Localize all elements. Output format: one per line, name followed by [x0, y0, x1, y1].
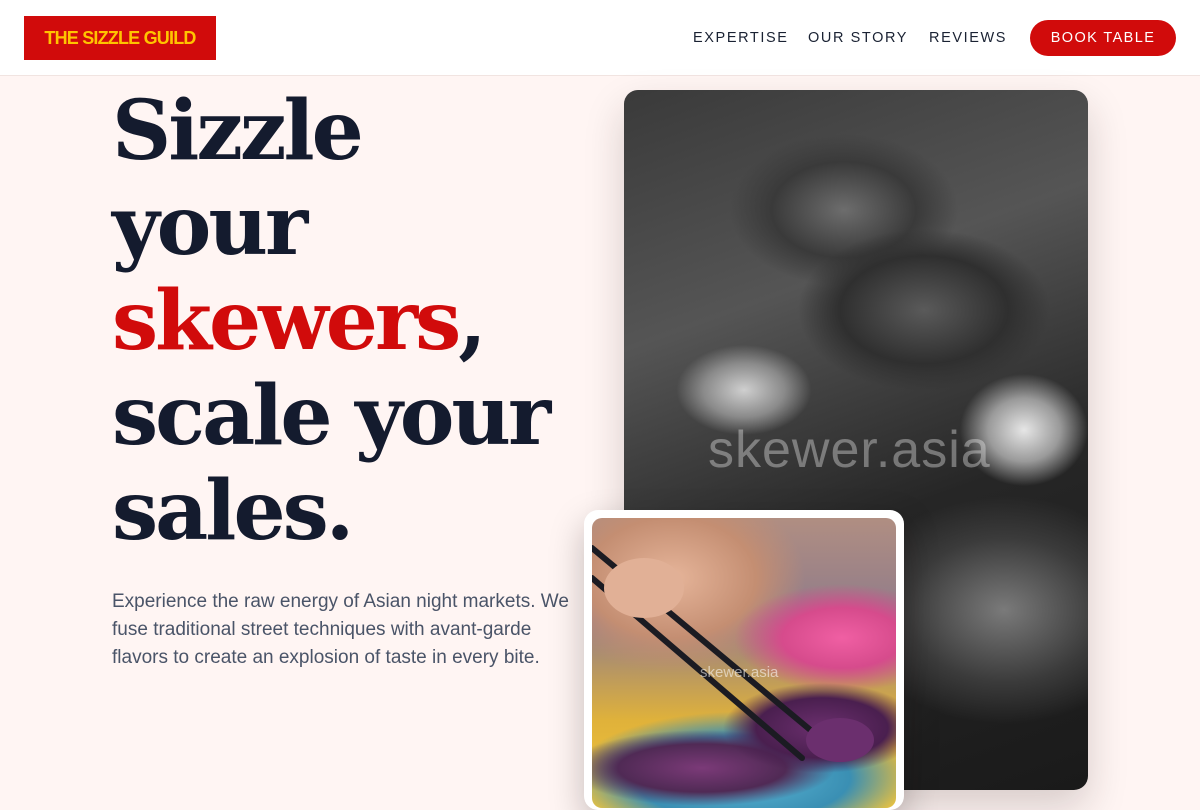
- headline-comma: ,: [458, 273, 487, 369]
- brand-logo[interactable]: THE SIZZLE GUILD: [24, 16, 216, 60]
- nav-link-our-story[interactable]: OUR STORY: [808, 28, 908, 48]
- book-table-button[interactable]: BOOK TABLE: [1030, 20, 1176, 56]
- headline-accent-word: skewers: [112, 273, 461, 369]
- headline-line-5: sales.: [112, 463, 354, 559]
- nav-link-reviews[interactable]: REVIEWS: [929, 28, 1007, 48]
- headline-line-3: skewers,: [112, 274, 548, 369]
- hero-description: Experience the raw energy of Asian night…: [112, 591, 569, 668]
- nav-link-expertise[interactable]: EXPERTISE: [693, 28, 789, 48]
- inset-photo-watermark: skewer.asia: [700, 664, 779, 681]
- chopsticks-graphic: [592, 545, 874, 762]
- headline-line-1: Sizzle: [112, 83, 364, 179]
- inset-food-photo: skewer.asia: [592, 518, 896, 808]
- main-photo-watermark: skewer.asia: [708, 421, 991, 479]
- top-navbar: THE SIZZLE GUILD EXPERTISE OUR STORY REV…: [0, 0, 1200, 76]
- hero-headline: Sizzle your skewers, scale your sales.: [112, 83, 551, 559]
- headline-line-4: scale your: [112, 368, 551, 464]
- inset-photo-card: skewer.asia: [584, 510, 904, 810]
- headline-line-2: your: [112, 178, 308, 274]
